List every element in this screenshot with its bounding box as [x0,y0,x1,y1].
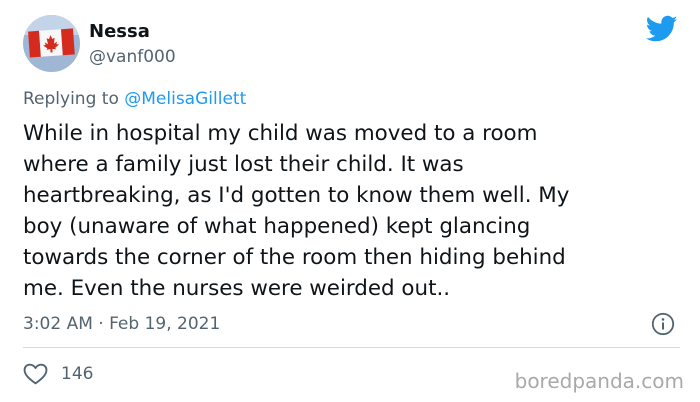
reply-target-link[interactable]: @MelisaGillett [124,89,246,109]
heart-icon[interactable] [23,363,48,385]
tweet-line: where a family just lost their child. It… [23,152,464,177]
watermark: boredpanda.com [514,369,684,393]
canada-flag-avatar [23,15,80,72]
reply-context: Replying to @MelisaGillett [23,87,246,111]
tweet-line: While in hospital my child was moved to … [23,121,538,146]
tweet-text: While in hospital my child was moved to … [23,118,663,304]
tweet-line: me. Even the nurses were weirded out.. [23,276,451,301]
tweet-line: boy (unaware of what happened) kept glan… [23,214,531,239]
author-handle[interactable]: @vanf000 [89,46,176,68]
like-count: 146 [61,364,94,384]
tweet-line: towards the corner of the room then hidi… [23,245,566,270]
tweet-line: heartbreaking, as I'd gotten to know the… [23,183,570,208]
author-name[interactable]: Nessa [89,21,150,43]
info-icon[interactable] [651,312,675,336]
tweet-timestamp[interactable]: 3:02 AM · Feb 19, 2021 [23,312,220,336]
avatar[interactable] [23,15,80,72]
twitter-bird-icon[interactable] [646,15,678,43]
reply-prefix: Replying to [23,89,119,109]
divider [23,347,680,348]
